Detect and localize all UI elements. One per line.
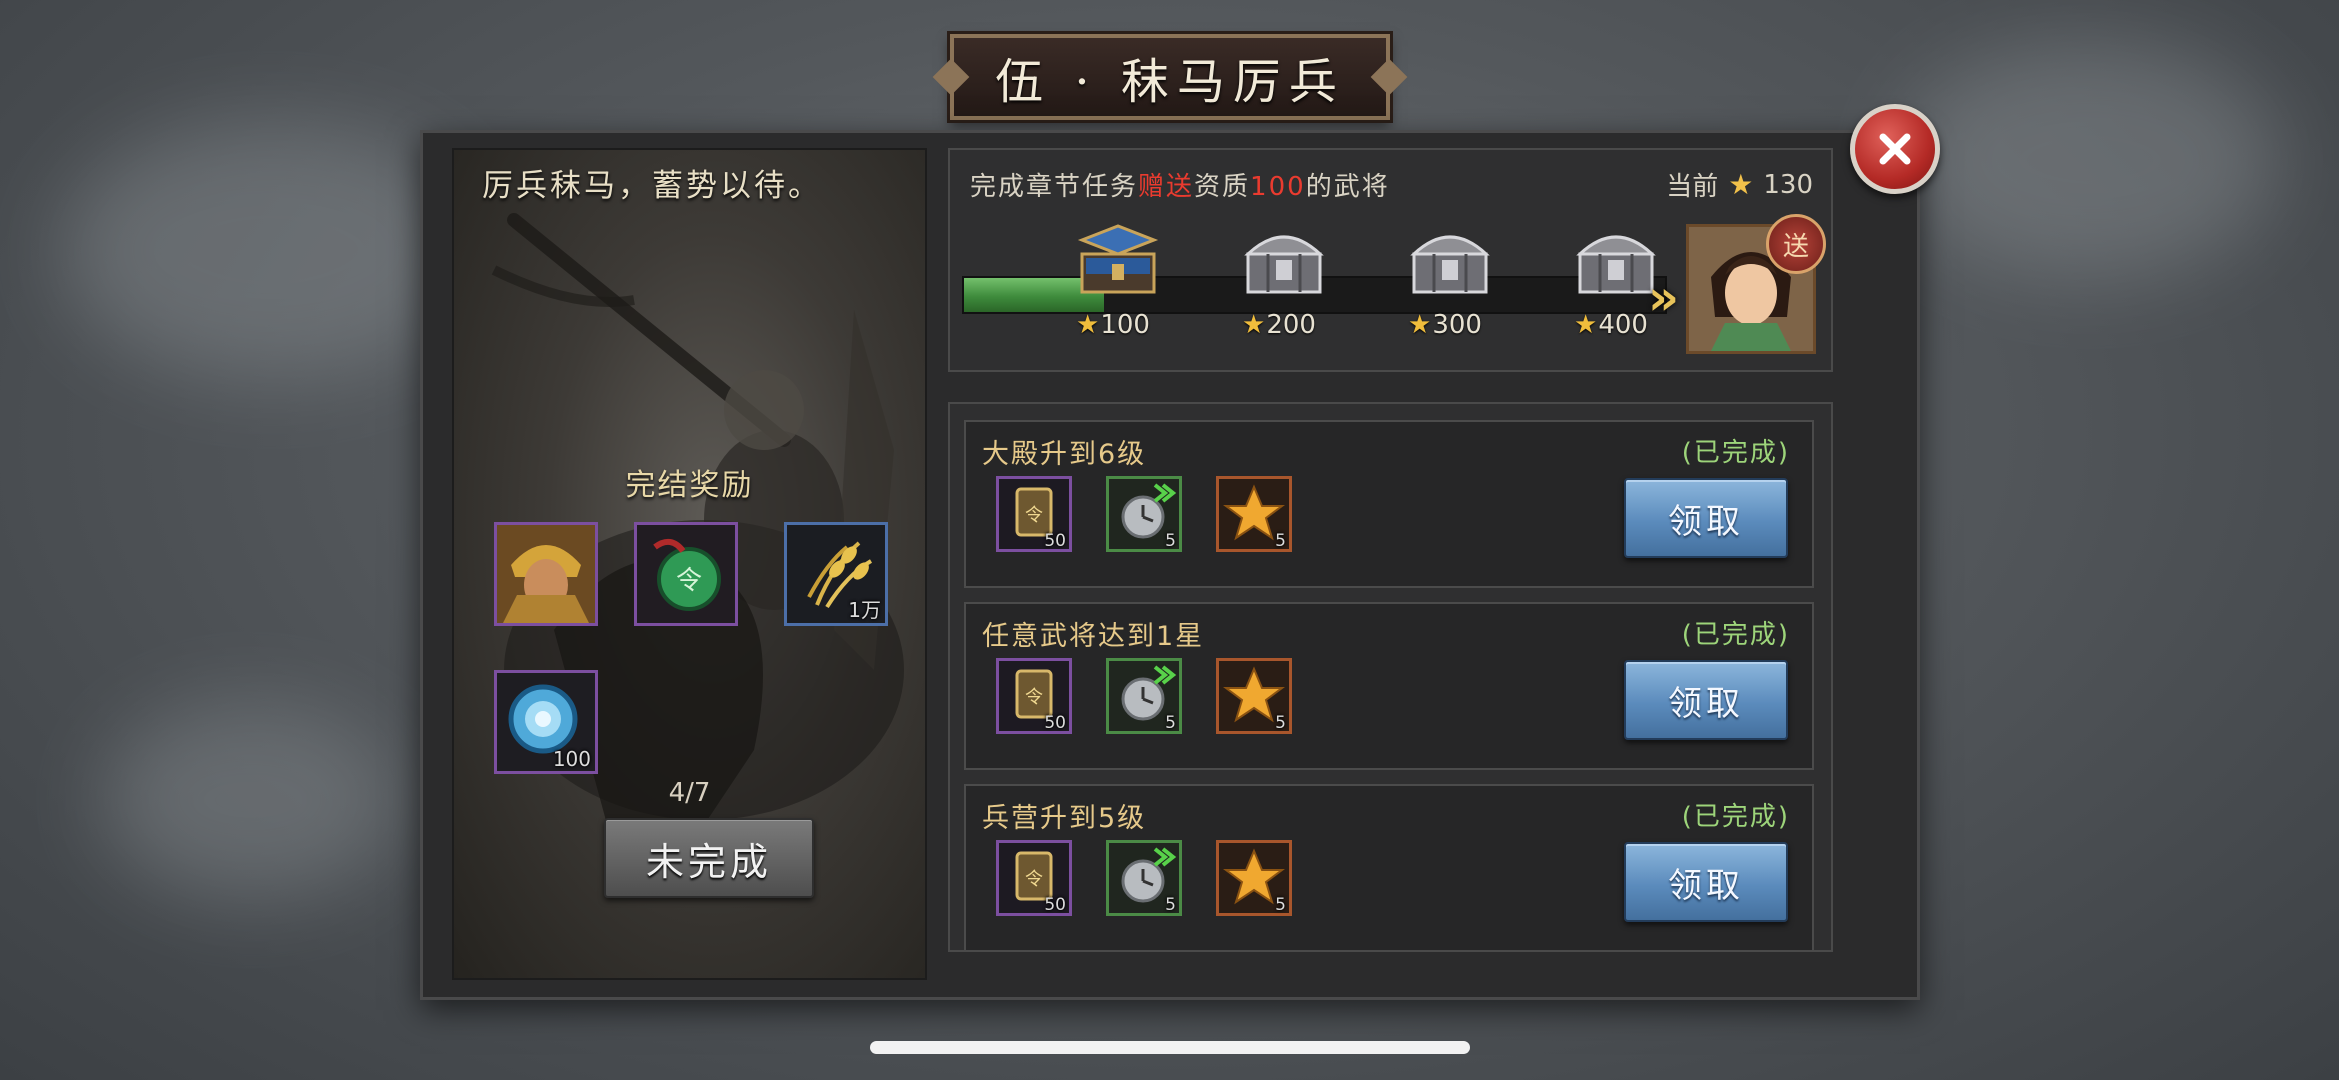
item-quantity: 50	[1044, 713, 1066, 733]
reward-command-token[interactable]: 令	[634, 522, 738, 626]
item-quantity: 50	[1044, 531, 1066, 551]
open-chest-icon[interactable]	[1072, 220, 1164, 300]
item-quantity: 5	[1275, 895, 1286, 915]
star-icon: ★	[1076, 310, 1100, 340]
claim-button[interactable]: 领取	[1624, 842, 1788, 922]
milestone-label: ★ 100	[1076, 310, 1150, 340]
task-row: 大殿升到6级 (已完成) 令 50 5 5 领取	[964, 420, 1814, 588]
star-icon: ★	[1574, 310, 1598, 340]
item-quantity: 5	[1165, 895, 1176, 915]
item-quantity: 50	[1044, 895, 1066, 915]
milestone-value: 400	[1598, 310, 1648, 340]
close-button[interactable]	[1850, 104, 1940, 194]
item-quantity: 5	[1275, 713, 1286, 733]
claim-button[interactable]: 领取	[1624, 660, 1788, 740]
item-quantity: 5	[1275, 531, 1286, 551]
reward-quantity: 100	[552, 747, 591, 771]
milestone-value: 100	[1100, 310, 1150, 340]
task-row: 任意武将达到1星 (已完成) 令 50 5 5 领取	[964, 602, 1814, 770]
locked-chest-icon[interactable]	[1404, 220, 1496, 300]
item-quantity: 5	[1165, 531, 1176, 551]
milestone-label: ★ 200	[1242, 310, 1316, 340]
item-quantity: 5	[1165, 713, 1176, 733]
task-list: 大殿升到6级 (已完成) 令 50 5 5 领取 任意武将达到1星 (已完成) …	[948, 402, 1833, 952]
chapter-description: 完成章节任务赠送资质100的武将	[970, 166, 1390, 203]
desc-text: 的武将	[1305, 172, 1390, 202]
reward-quantity: 1万	[848, 598, 881, 622]
chapter-title: 伍 · 秣马厉兵	[995, 54, 1345, 110]
task-status: (已完成)	[1681, 438, 1790, 468]
chapter-progress-count: 4/7	[668, 778, 711, 808]
star-icon: ★	[1728, 168, 1754, 201]
task-reward-item[interactable]: 令 50	[996, 476, 1072, 552]
incomplete-button[interactable]: 未完成	[604, 818, 814, 898]
background-fog	[60, 120, 480, 380]
command-token-icon: 令	[637, 525, 735, 623]
task-title: 任意武将达到1星	[982, 621, 1205, 652]
svg-text:令: 令	[1025, 869, 1043, 890]
background-fog	[100, 700, 400, 900]
task-reward-item[interactable]: 5	[1216, 476, 1292, 552]
current-star-count: 130	[1763, 169, 1813, 200]
milestone-label: ★ 300	[1408, 310, 1482, 340]
desc-number: 100	[1250, 172, 1306, 202]
locked-chest-icon[interactable]	[1238, 220, 1330, 300]
svg-text:令: 令	[676, 566, 702, 596]
star-icon: ★	[1242, 310, 1266, 340]
desc-text: 资质	[1194, 172, 1251, 202]
reward-blue-orb[interactable]: 100	[494, 670, 598, 774]
reward-general[interactable]	[494, 522, 598, 626]
home-indicator[interactable]	[870, 1041, 1470, 1054]
chapter-reward-progress: 完成章节任务赠送资质100的武将 当前 ★ 130 ★ 100 ★ 200 ★ …	[948, 148, 1833, 372]
task-reward-item[interactable]: 5	[1106, 658, 1182, 734]
double-chevron-right-icon: »	[1648, 270, 1680, 326]
task-title: 大殿升到6级	[982, 439, 1147, 470]
task-reward-item[interactable]: 令 50	[996, 658, 1072, 734]
reward-grain[interactable]: 1万	[784, 522, 888, 626]
chapter-title-banner: 伍 · 秣马厉兵	[950, 34, 1390, 120]
task-title: 兵营升到5级	[982, 803, 1147, 834]
svg-text:令: 令	[1025, 505, 1043, 526]
task-row: 兵营升到5级 (已完成) 令 50 5 5 领取	[964, 784, 1814, 950]
task-reward-item[interactable]: 5	[1216, 840, 1292, 916]
gift-badge: 送	[1766, 214, 1826, 274]
background-fog	[1900, 40, 2280, 280]
story-quote: 厉兵秣马，蓄势以待。	[482, 168, 822, 204]
general-portrait-icon	[497, 525, 595, 623]
desc-highlight: 赠送	[1138, 172, 1195, 202]
claim-button[interactable]: 领取	[1624, 478, 1788, 558]
story-panel: 厉兵秣马，蓄势以待。 完结奖励 令 1万 100 4/7 未完成	[452, 148, 927, 980]
task-reward-item[interactable]: 令 50	[996, 840, 1072, 916]
milestone-label: ★ 400	[1574, 310, 1648, 340]
task-status: (已完成)	[1681, 802, 1790, 832]
milestone-value: 200	[1266, 310, 1316, 340]
milestone-value: 300	[1432, 310, 1482, 340]
task-reward-item[interactable]: 5	[1106, 476, 1182, 552]
current-label: 当前	[1666, 172, 1719, 202]
completion-reward-title: 完结奖励	[625, 468, 754, 503]
star-icon: ★	[1408, 310, 1432, 340]
task-reward-item[interactable]: 5	[1106, 840, 1182, 916]
current-stars: 当前 ★ 130	[1666, 166, 1813, 203]
desc-text: 完成章节任务	[970, 172, 1139, 202]
svg-text:令: 令	[1025, 687, 1043, 708]
task-reward-item[interactable]: 5	[1216, 658, 1292, 734]
task-status: (已完成)	[1681, 620, 1790, 650]
close-icon	[1879, 133, 1911, 165]
